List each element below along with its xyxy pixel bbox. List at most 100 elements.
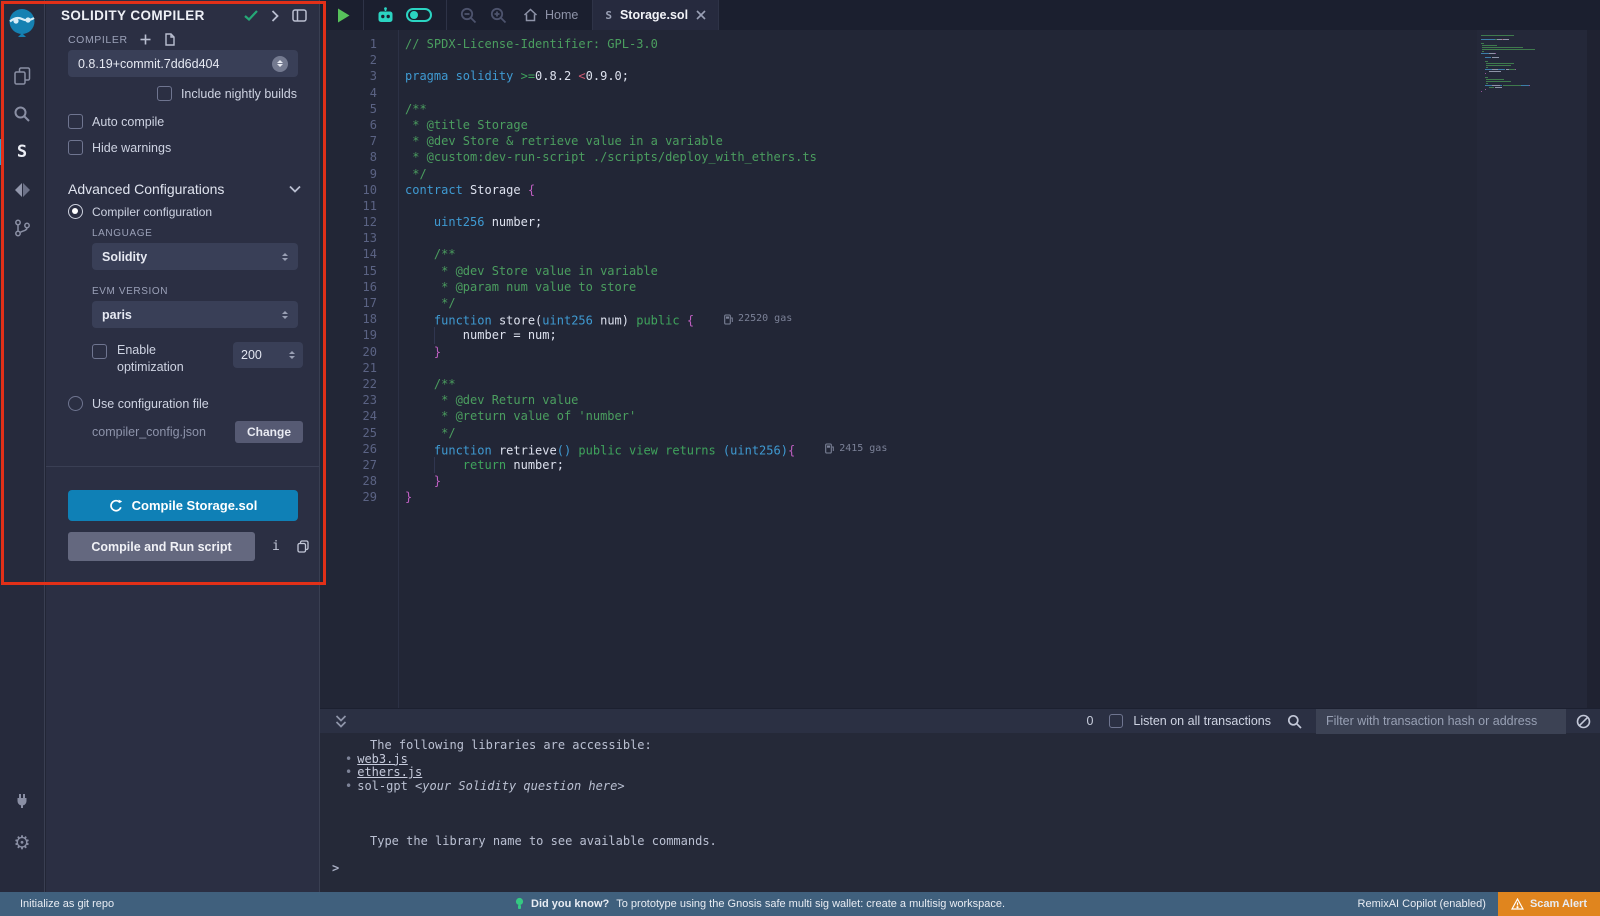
terminal-prompt[interactable]: > [320,862,1600,876]
line-content: * @return value of 'number' [390,408,636,424]
code-line[interactable]: 25 */ [320,425,1600,441]
clear-terminal-icon[interactable] [1576,714,1591,729]
zoom-out-button[interactable] [460,7,477,24]
code-line[interactable]: 14 /** [320,246,1600,262]
optimization-runs-input[interactable]: 200 [233,342,303,368]
panel-divider [46,466,319,467]
add-compiler-plus-icon[interactable] [140,34,151,45]
terminal-output[interactable]: The following libraries are accessible:•… [320,733,1600,892]
include-nightly-checkbox[interactable] [157,86,172,101]
terminal-line: •ethers.js [320,766,1600,780]
code-line[interactable]: 7 * @dev Store & retrieve value in a var… [320,133,1600,149]
code-line[interactable]: 27 return number; [320,457,1600,473]
plugin-manager-icon[interactable] [0,782,45,820]
terminal-search-icon[interactable] [1287,714,1302,729]
collapse-terminal-icon[interactable] [334,714,348,729]
copy-icon[interactable] [297,540,309,553]
tab-storage-sol[interactable]: S Storage.sol [593,0,718,30]
code-line[interactable]: 4 [320,85,1600,101]
init-git-repo-button[interactable]: Initialize as git repo [0,898,114,910]
code-line[interactable]: 1// SPDX-License-Identifier: GPL-3.0 [320,36,1600,52]
terminal-line [320,849,1600,863]
minimap-line [1481,43,1587,44]
change-config-button[interactable]: Change [235,421,303,443]
open-compiler-file-icon[interactable] [163,33,176,46]
compile-success-check-icon [244,10,258,21]
advanced-configurations-header[interactable]: Advanced Configurations [68,181,301,197]
line-content: * @dev Store & retrieve value in a varia… [390,133,723,149]
enable-optimization-checkbox[interactable] [92,344,107,359]
hide-warnings-checkbox[interactable] [68,140,83,155]
tab-bar-divider [446,0,447,30]
compiler-label: COMPILER [68,34,128,46]
code-line[interactable]: 8 * @custom:dev-run-script ./scripts/dep… [320,149,1600,165]
tab-home[interactable]: Home [523,8,578,22]
code-line[interactable]: 2 [320,52,1600,68]
compiler-configuration-radio[interactable] [68,204,83,219]
code-line[interactable]: 5/** [320,101,1600,117]
copilot-toggle[interactable] [406,8,432,22]
zoom-in-button[interactable] [490,7,507,24]
code-line[interactable]: 21 [320,360,1600,376]
editor-scrollbar-strip[interactable] [1587,30,1600,708]
warning-triangle-icon [1511,898,1524,910]
line-content [390,52,405,68]
library-link[interactable]: web3.js [357,752,408,766]
line-content: * @dev Store value in variable [390,263,658,279]
close-tab-icon[interactable] [696,10,706,20]
minimap-line [1481,81,1587,82]
compiler-configuration-row: Compiler configuration [68,204,212,219]
panel-title: SOLIDITY COMPILER [61,8,205,23]
scam-alert-badge[interactable]: Scam Alert [1498,892,1600,916]
ai-robot-icon[interactable] [376,7,395,24]
info-icon[interactable]: i [272,539,280,554]
language-select[interactable]: Solidity [92,243,298,270]
code-line[interactable]: 10contract Storage { [320,182,1600,198]
run-script-play-button[interactable] [337,8,350,23]
code-line[interactable]: 11 [320,198,1600,214]
copilot-status[interactable]: RemixAI Copilot (enabled) [1358,898,1486,910]
settings-gear-icon[interactable]: ⚙ [0,824,45,862]
code-line[interactable]: 15 * @dev Store value in variable [320,263,1600,279]
code-line[interactable]: 6 * @title Storage [320,117,1600,133]
code-editor[interactable]: 1// SPDX-License-Identifier: GPL-3.023pr… [320,30,1600,708]
code-line[interactable]: 26 function retrieve() public view retur… [320,441,1600,457]
code-line[interactable]: 19 number = num; [320,327,1600,343]
line-content: /** [390,101,427,117]
use-configuration-file-radio[interactable] [68,396,83,411]
line-content: * @param num value to store [390,279,636,295]
code-line[interactable]: 22 /** [320,376,1600,392]
terminal-line: •web3.js [320,753,1600,767]
library-link[interactable]: ethers.js [357,765,422,779]
code-line[interactable]: 29} [320,489,1600,505]
transaction-filter-input[interactable] [1316,709,1566,734]
git-icon[interactable] [0,209,45,247]
deploy-and-run-icon[interactable] [0,171,45,209]
line-number: 11 [320,198,390,214]
evm-version-select[interactable]: paris [92,301,298,328]
chevron-right-icon[interactable] [271,10,279,22]
code-line[interactable]: 23 * @dev Return value [320,392,1600,408]
code-line[interactable]: 12 uint256 number; [320,214,1600,230]
compile-button[interactable]: Compile Storage.sol [68,490,298,521]
solidity-compiler-icon[interactable]: S [0,133,45,171]
listen-transactions-checkbox[interactable] [1109,714,1123,728]
code-line[interactable]: 24 * @return value of 'number' [320,408,1600,424]
terminal-line [320,821,1600,835]
compile-and-run-button[interactable]: Compile and Run script [68,532,255,561]
auto-compile-checkbox[interactable] [68,114,83,129]
code-line[interactable]: 18 function store(uint256 num) public {2… [320,311,1600,327]
code-line[interactable]: 3pragma solidity >=0.8.2 <0.9.0; [320,68,1600,84]
code-line[interactable]: 16 * @param num value to store [320,279,1600,295]
remix-logo-icon[interactable] [6,7,38,39]
code-line[interactable]: 9 */ [320,166,1600,182]
search-icon[interactable] [0,95,45,133]
code-line[interactable]: 28 } [320,473,1600,489]
file-explorer-icon[interactable] [0,57,45,95]
compiler-version-select[interactable]: 0.8.19+commit.7dd6d404 [68,50,298,77]
code-line[interactable]: 20 } [320,344,1600,360]
split-panel-icon[interactable] [292,9,307,22]
minimap[interactable] [1477,30,1587,708]
code-line[interactable]: 17 */ [320,295,1600,311]
code-line[interactable]: 13 [320,230,1600,246]
